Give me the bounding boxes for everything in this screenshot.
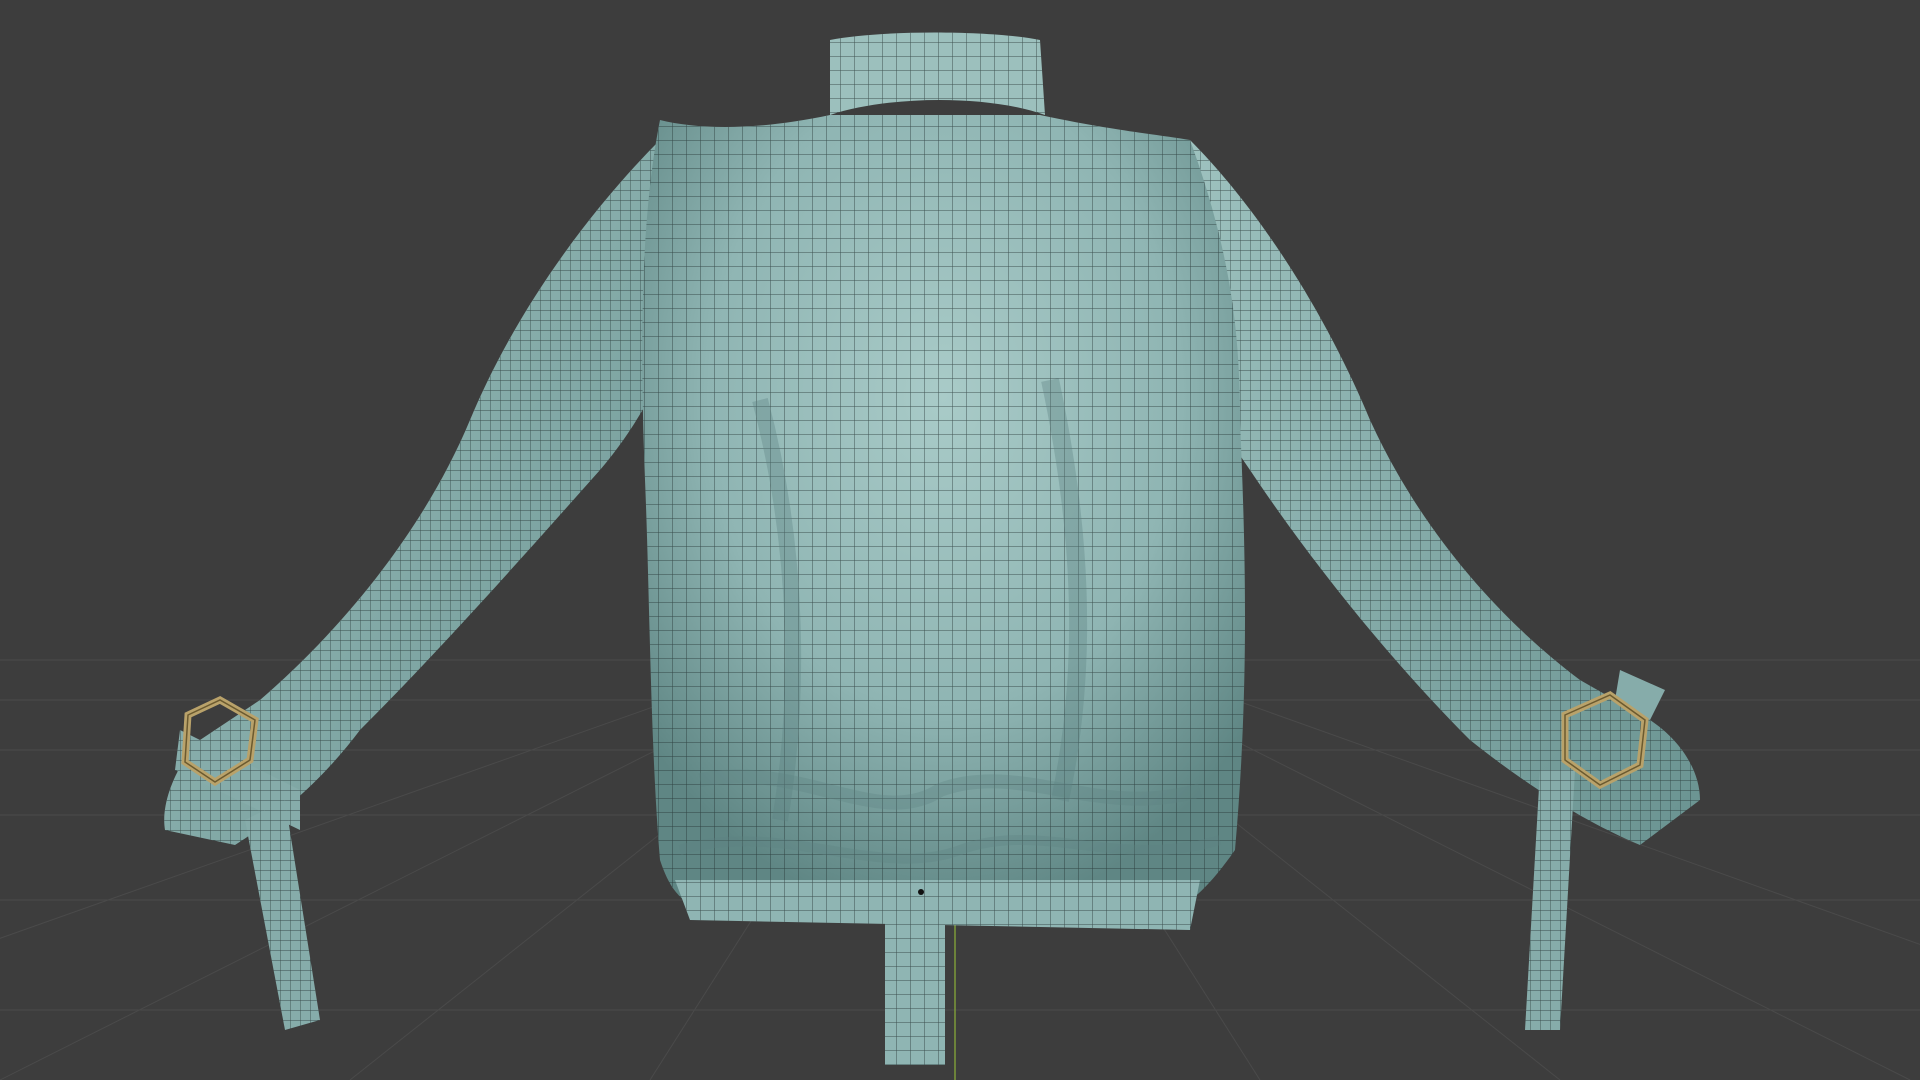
viewport-canvas[interactable] bbox=[0, 0, 1920, 1080]
collar[interactable] bbox=[830, 32, 1045, 116]
3d-viewport[interactable] bbox=[0, 0, 1920, 1080]
object-origin bbox=[918, 889, 924, 895]
left-sleeve[interactable] bbox=[164, 140, 701, 1030]
right-sleeve[interactable] bbox=[1170, 140, 1700, 1030]
jacket-body[interactable] bbox=[642, 115, 1245, 930]
back-tab[interactable] bbox=[885, 910, 945, 1065]
